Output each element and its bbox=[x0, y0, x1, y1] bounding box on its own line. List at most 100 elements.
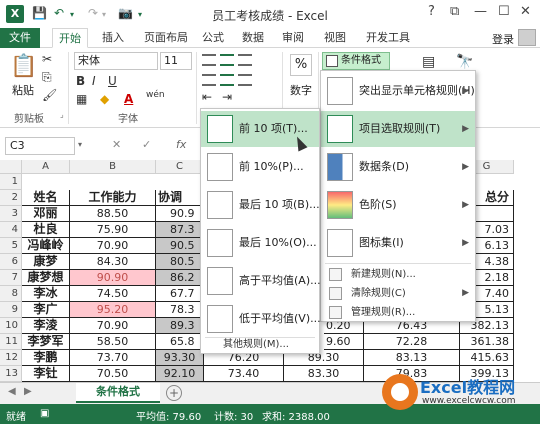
format-painter-icon[interactable]: 🖌 bbox=[42, 88, 57, 102]
help-button[interactable]: ? bbox=[428, 4, 435, 19]
cell-name[interactable]: 李梦军 bbox=[22, 334, 70, 350]
cell-coordination[interactable]: 90.5 bbox=[156, 238, 204, 254]
cell-ability-highlighted[interactable]: 95.20 bbox=[70, 302, 156, 318]
cell-name[interactable]: 冯峰岭 bbox=[22, 238, 70, 254]
borders-icon[interactable]: ▦ bbox=[76, 92, 87, 106]
cut-icon[interactable]: ✂ bbox=[42, 52, 52, 66]
tab-insert[interactable]: 插入 bbox=[96, 28, 130, 48]
align-center-icon[interactable] bbox=[220, 74, 234, 86]
cell-name[interactable]: 李淩 bbox=[22, 318, 70, 334]
header-coordination[interactable]: 协调 bbox=[156, 190, 204, 206]
fill-color-icon[interactable]: ◆ bbox=[100, 92, 109, 106]
menu-item-top-bottom-rules[interactable]: 项目选取规则(T) ▶ bbox=[321, 111, 475, 147]
cell-ability[interactable]: 70.90 bbox=[70, 318, 156, 334]
cell-total[interactable]: 415.63 bbox=[460, 350, 514, 366]
menu-item-new-rule[interactable]: 新建规则(N)... bbox=[321, 265, 475, 284]
tab-data[interactable]: 数据 bbox=[236, 28, 270, 48]
cell-coordination[interactable]: 67.7 bbox=[156, 286, 204, 302]
font-color-button[interactable]: A bbox=[124, 92, 133, 106]
cell-coordination[interactable]: 80.5 bbox=[156, 254, 204, 270]
cell-ability[interactable]: 75.90 bbox=[70, 222, 156, 238]
row-header[interactable]: 11 bbox=[0, 334, 22, 350]
row-header[interactable]: 10 bbox=[0, 318, 22, 334]
font-size-select[interactable]: 11 bbox=[160, 52, 192, 70]
menu-item-clear-rules[interactable]: 清除规则(C) ▶ bbox=[321, 284, 475, 303]
tab-home[interactable]: 开始 bbox=[52, 28, 88, 48]
outdent-icon[interactable]: ⇥ bbox=[222, 90, 232, 104]
tab-developer[interactable]: 开发工具 bbox=[360, 28, 416, 48]
row-header[interactable]: 9 bbox=[0, 302, 22, 318]
row-header[interactable]: 1 bbox=[0, 174, 22, 190]
cell-ability[interactable]: 74.50 bbox=[70, 286, 156, 302]
avatar[interactable] bbox=[518, 29, 536, 46]
align-bottom-icon[interactable] bbox=[238, 54, 252, 66]
cell-col-e[interactable]: 83.30 bbox=[284, 366, 364, 382]
cell-name[interactable]: 李广 bbox=[22, 302, 70, 318]
align-left-icon[interactable] bbox=[202, 74, 216, 86]
menu-item-data-bars[interactable]: 数据条(D) ▶ bbox=[321, 149, 475, 185]
menu-item-highlight-rules[interactable]: 突出显示单元格规则(H) ▶ bbox=[321, 73, 475, 109]
row-header[interactable]: 13 bbox=[0, 366, 22, 382]
row-header[interactable]: 6 bbox=[0, 254, 22, 270]
clipboard-launcher-icon[interactable]: ⌟ bbox=[60, 110, 64, 119]
name-box[interactable]: C3 bbox=[5, 137, 75, 155]
underline-button[interactable]: U bbox=[108, 74, 117, 88]
tab-file[interactable]: 文件 bbox=[0, 28, 40, 48]
cell-col-d[interactable]: 73.40 bbox=[204, 366, 284, 382]
paste-icon[interactable]: 📋 bbox=[10, 54, 37, 79]
cell-col-f[interactable]: 72.28 bbox=[364, 334, 460, 350]
cell-ability[interactable]: 58.50 bbox=[70, 334, 156, 350]
cell-ability[interactable]: 84.30 bbox=[70, 254, 156, 270]
ribbon-display-button[interactable]: ⧉ bbox=[450, 4, 459, 19]
header-ability[interactable]: 工作能力 bbox=[70, 190, 156, 206]
row-header[interactable]: 7 bbox=[0, 270, 22, 286]
confirm-entry-icon[interactable]: ✓ bbox=[142, 138, 151, 151]
select-all-corner[interactable] bbox=[0, 160, 22, 174]
submenu-item-bottom-10[interactable]: 最后 10 项(B)... bbox=[201, 187, 320, 223]
menu-item-icon-sets[interactable]: 图标集(I) ▶ bbox=[321, 225, 475, 261]
cells-icon[interactable]: ▤ bbox=[422, 54, 435, 70]
cell-ability[interactable]: 70.90 bbox=[70, 238, 156, 254]
cell-ability-highlighted[interactable]: 90.90 bbox=[70, 270, 156, 286]
cell-name[interactable]: 李鹏 bbox=[22, 350, 70, 366]
tab-review[interactable]: 审阅 bbox=[276, 28, 310, 48]
cell-name[interactable]: 李钍 bbox=[22, 366, 70, 382]
column-header[interactable]: C bbox=[156, 160, 204, 174]
cell-col-e[interactable]: 9.60 bbox=[324, 334, 364, 350]
paste-label[interactable]: 粘贴 bbox=[12, 82, 34, 98]
submenu-item-more-rules[interactable]: 其他规则(M)... bbox=[201, 335, 319, 354]
cell-name[interactable]: 邓丽 bbox=[22, 206, 70, 222]
scroll-left-icon[interactable]: ◀ bbox=[8, 386, 16, 397]
cell-coordination[interactable]: 86.2 bbox=[156, 270, 204, 286]
align-middle-icon[interactable] bbox=[220, 54, 234, 66]
cell-coordination[interactable]: 93.30 bbox=[156, 350, 204, 366]
indent-icon[interactable]: ⇤ bbox=[202, 90, 212, 104]
cell-coordination[interactable]: 65.8 bbox=[156, 334, 204, 350]
menu-item-color-scales[interactable]: 色阶(S) ▶ bbox=[321, 187, 475, 223]
row-header[interactable]: 8 bbox=[0, 286, 22, 302]
find-icon[interactable]: 🔭 bbox=[456, 54, 473, 70]
row-header[interactable]: 3 bbox=[0, 206, 22, 222]
row-header[interactable]: 2 bbox=[0, 190, 22, 206]
row-header[interactable]: 5 bbox=[0, 238, 22, 254]
insert-function-button[interactable]: fx bbox=[176, 138, 186, 151]
sign-in-link[interactable]: 登录 bbox=[492, 31, 514, 47]
cell-ability[interactable]: 73.70 bbox=[70, 350, 156, 366]
cell-coordination[interactable]: 78.3 bbox=[156, 302, 204, 318]
macro-record-icon[interactable]: ▣ bbox=[40, 408, 49, 419]
cell-name[interactable]: 康梦想 bbox=[22, 270, 70, 286]
cancel-entry-icon[interactable]: ✕ bbox=[112, 138, 121, 151]
tab-page-layout[interactable]: 页面布局 bbox=[138, 28, 194, 48]
copy-icon[interactable]: ⎘ bbox=[42, 70, 52, 85]
cell-ability[interactable]: 70.50 bbox=[70, 366, 156, 382]
row-header[interactable]: 12 bbox=[0, 350, 22, 366]
submenu-item-below-average[interactable]: 低于平均值(V)... bbox=[201, 301, 321, 337]
cell-name[interactable]: 李冰 bbox=[22, 286, 70, 302]
cell-coordination[interactable]: 92.10 bbox=[156, 366, 204, 382]
submenu-item-top-10-percent[interactable]: 前 10%(P)... bbox=[201, 149, 319, 185]
header-name[interactable]: 姓名 bbox=[22, 190, 70, 206]
tab-view[interactable]: 视图 bbox=[318, 28, 352, 48]
cell-name[interactable]: 康梦 bbox=[22, 254, 70, 270]
maximize-button[interactable]: ☐ bbox=[498, 4, 510, 19]
column-header[interactable]: A bbox=[22, 160, 70, 174]
